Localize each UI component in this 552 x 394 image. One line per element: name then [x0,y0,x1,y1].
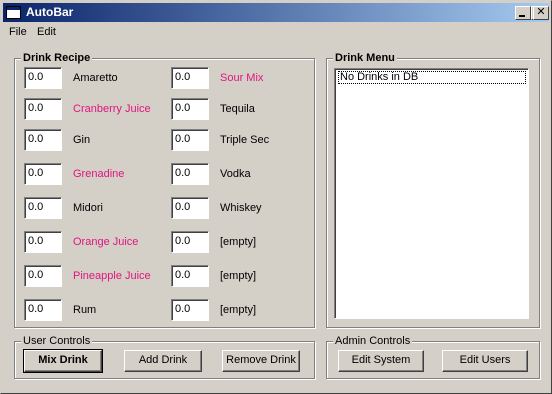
ingredient-label: Triple Sec [220,134,270,146]
drink-recipe-title: Drink Recipe [21,52,93,64]
close-icon: ✕ [536,6,546,18]
window-app-icon [6,6,21,19]
menu-edit[interactable]: Edit [37,26,56,38]
amount-field[interactable]: 0.0 [24,265,62,287]
amount-field[interactable]: 0.0 [171,163,209,185]
ingredient-label: Grenadine [73,168,125,180]
admin-controls-title: Admin Controls [333,335,413,347]
add-drink-button[interactable]: Add Drink [124,350,202,372]
amount-field[interactable]: 0.0 [24,67,62,89]
drink-menu-list[interactable]: No Drinks in DB [334,68,529,319]
minimize-button[interactable] [515,6,531,20]
edit-system-button[interactable]: Edit System [338,350,424,372]
amount-field[interactable]: 0.0 [171,98,209,120]
mix-drink-button[interactable]: Mix Drink [23,349,103,373]
close-button[interactable]: ✕ [533,6,549,20]
ingredient-label: Tequila [220,103,255,115]
amount-field[interactable]: 0.0 [24,129,62,151]
ingredient-label: Sour Mix [220,72,264,84]
ingredient-label: Pineapple Juice [73,270,151,282]
amount-field[interactable]: 0.0 [171,67,209,89]
ingredient-label: Amaretto [73,72,118,84]
ingredient-label: [empty] [220,236,257,248]
ingredient-label: Midori [73,202,103,214]
window-title: AutoBar [26,5,74,19]
amount-field[interactable]: 0.0 [171,197,209,219]
ingredient-label: Gin [73,134,91,146]
amount-field[interactable]: 0.0 [24,197,62,219]
amount-field[interactable]: 0.0 [171,299,209,321]
remove-drink-button[interactable]: Remove Drink [222,350,300,372]
ingredient-label: [empty] [220,270,257,282]
ingredient-label: [empty] [220,304,257,316]
ingredient-label: Cranberry Juice [73,103,151,115]
ingredient-label: Rum [73,304,97,316]
amount-field[interactable]: 0.0 [171,265,209,287]
title-bar[interactable]: AutoBar ✕ [3,3,549,22]
amount-field[interactable]: 0.0 [171,231,209,253]
ingredient-label: Orange Juice [73,236,139,248]
menu-file[interactable]: File [9,26,27,38]
amount-field[interactable]: 0.0 [171,129,209,151]
app-window: AutoBar ✕ File Edit Drink Recipe 0.0 Amar… [0,0,552,394]
minimize-icon [519,15,525,17]
amount-field[interactable]: 0.0 [24,231,62,253]
amount-field[interactable]: 0.0 [24,98,62,120]
ingredient-label: Whiskey [220,202,262,214]
amount-field[interactable]: 0.0 [24,163,62,185]
user-controls-title: User Controls [21,335,93,347]
drink-menu-title: Drink Menu [333,52,397,64]
menu-bar: File Edit [3,23,549,41]
list-item[interactable]: No Drinks in DB [338,71,526,84]
edit-users-button[interactable]: Edit Users [442,350,528,372]
amount-field[interactable]: 0.0 [24,299,62,321]
ingredient-label: Vodka [220,168,251,180]
